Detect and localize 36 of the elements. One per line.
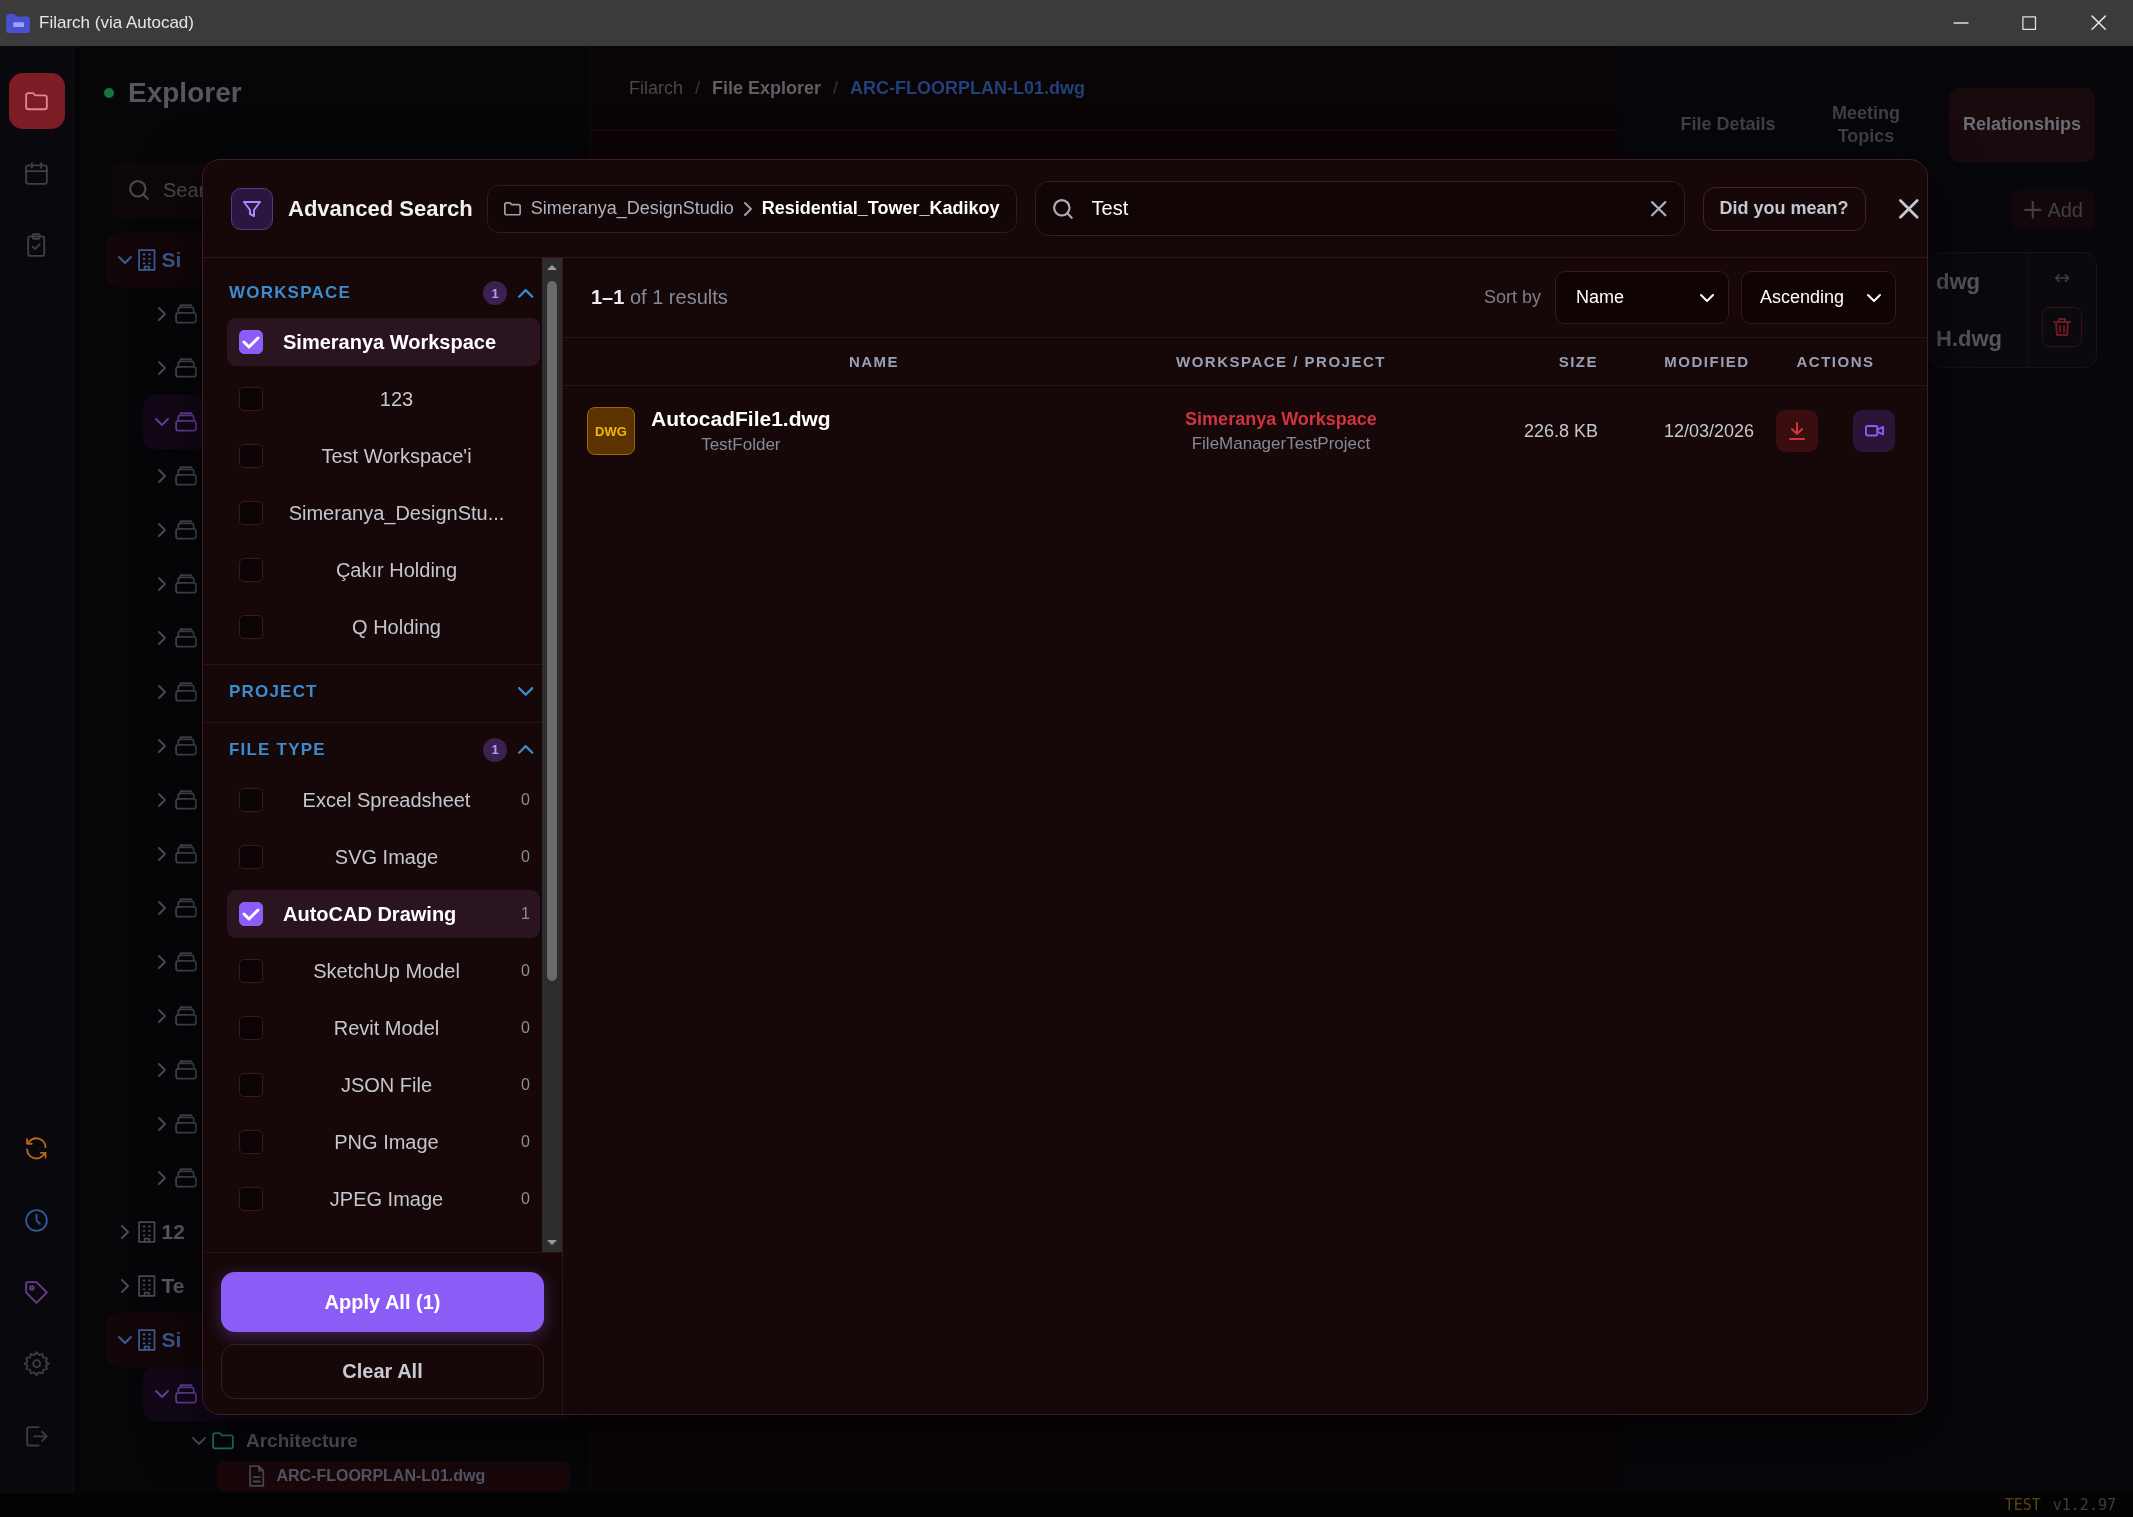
file-type-badge: DWG bbox=[587, 407, 635, 455]
file-name: H.dwg bbox=[1936, 324, 2003, 353]
project-name: FileManagerTestProject bbox=[1191, 433, 1371, 454]
option-count: 0 bbox=[520, 1019, 530, 1037]
option-count: 0 bbox=[520, 848, 530, 866]
option-count: 0 bbox=[520, 962, 530, 980]
window-title: Filarch (via Autocad) bbox=[39, 13, 194, 33]
count-badge: 1 bbox=[483, 737, 507, 762]
file-name: AutocadFile1.dwg bbox=[651, 407, 831, 431]
file-size: 226.8 KB bbox=[1522, 420, 1598, 442]
result-count: 1–1 of 1 results bbox=[591, 286, 729, 309]
column-header: SIZE bbox=[1557, 353, 1598, 370]
option-count: 0 bbox=[520, 1076, 530, 1094]
option-count: 0 bbox=[520, 1190, 530, 1208]
sort-label: Sort by bbox=[1483, 287, 1541, 308]
file-name: dwg bbox=[1936, 267, 1981, 296]
filter-section-title: PROJECT bbox=[229, 681, 319, 702]
dialog-title: Advanced Search bbox=[288, 195, 473, 222]
option-count: 0 bbox=[520, 1133, 530, 1151]
filter-section-title: FILE TYPE bbox=[229, 739, 327, 760]
version-label: v1.2.97 bbox=[2052, 1496, 2116, 1514]
column-header: NAME bbox=[847, 353, 901, 370]
option-count: 0 bbox=[520, 791, 530, 809]
panel-title: Explorer bbox=[128, 77, 242, 109]
folder-name: TestFolder bbox=[701, 435, 781, 455]
filter-section-title: WORKSPACE bbox=[229, 283, 352, 303]
breadcrumb-separator: / bbox=[695, 77, 701, 99]
modified-date: 12/03/2026 bbox=[1662, 420, 1756, 442]
column-header: WORKSPACE / PROJECT bbox=[1175, 353, 1387, 370]
environment-label: TEST bbox=[2004, 1496, 2041, 1514]
count-badge: 1 bbox=[483, 281, 507, 305]
workspace-name: Simeranya Workspace bbox=[1185, 408, 1377, 430]
column-header: ACTIONS bbox=[1795, 353, 1876, 370]
breadcrumb-separator: / bbox=[833, 77, 839, 99]
column-header: MODIFIED bbox=[1663, 353, 1751, 370]
option-count: 1 bbox=[520, 905, 530, 923]
